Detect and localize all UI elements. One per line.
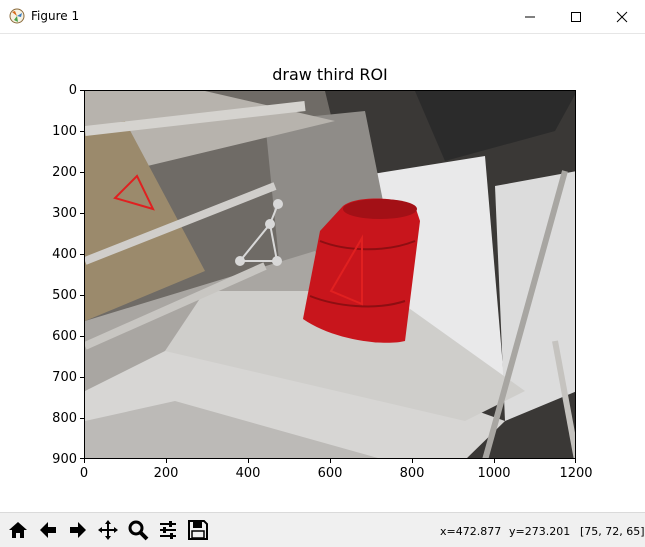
maximize-button[interactable] <box>553 0 599 33</box>
home-icon <box>9 522 27 538</box>
zoom-button[interactable] <box>124 516 152 544</box>
back-button[interactable] <box>34 516 62 544</box>
x-tick-label: 1200 <box>559 466 593 481</box>
minimize-button[interactable] <box>507 0 553 33</box>
y-tick-label: 500 <box>52 288 77 303</box>
pan-button[interactable] <box>94 516 122 544</box>
forward-icon <box>70 522 86 538</box>
home-button[interactable] <box>4 516 32 544</box>
status-x-coordinate: x=472.877 <box>440 525 502 538</box>
pan-icon <box>98 520 118 540</box>
y-tick-label: 200 <box>52 165 77 180</box>
plot-title: draw third ROI <box>272 65 388 84</box>
matplotlib-logo-icon <box>9 8 25 24</box>
minimize-icon <box>525 16 535 17</box>
y-tick-label: 400 <box>52 247 77 262</box>
save-button[interactable] <box>184 516 212 544</box>
image-axes[interactable] <box>84 90 576 459</box>
x-tick-label: 600 <box>317 466 343 481</box>
image-photo[interactable] <box>85 91 576 459</box>
y-tick-label: 800 <box>52 411 77 426</box>
figure-canvas[interactable]: draw third ROI 0 100 200 300 400 500 600… <box>0 34 645 512</box>
y-tick-label: 900 <box>52 452 77 467</box>
y-tick-label: 0 <box>68 83 77 98</box>
window-title: Figure 1 <box>31 9 80 23</box>
navigation-toolbar: x=472.877 y=273.201 [75, 72, 65] <box>0 512 645 547</box>
back-icon <box>40 522 56 538</box>
configure-subplots-button[interactable] <box>154 516 182 544</box>
close-icon <box>616 11 628 22</box>
y-tick-label: 100 <box>52 124 77 139</box>
x-tick-label: 800 <box>399 466 425 481</box>
x-tick-label: 400 <box>235 466 261 481</box>
x-tick-label: 200 <box>153 466 179 481</box>
status-pixel-value: [75, 72, 65] <box>580 525 645 538</box>
close-button[interactable] <box>599 0 645 33</box>
zoom-icon <box>128 520 149 541</box>
maximize-icon <box>571 11 581 22</box>
forward-button[interactable] <box>64 516 92 544</box>
y-tick-label: 300 <box>52 206 77 221</box>
window-titlebar[interactable]: Figure 1 <box>0 0 645 34</box>
configure-subplots-icon <box>160 521 176 539</box>
x-tick-label: 1000 <box>477 466 511 481</box>
y-tick-label: 700 <box>52 370 77 385</box>
x-tick-label: 0 <box>79 466 89 481</box>
y-tick-label: 600 <box>52 329 77 344</box>
status-y-coordinate: y=273.201 <box>509 525 571 538</box>
save-icon <box>188 520 208 540</box>
